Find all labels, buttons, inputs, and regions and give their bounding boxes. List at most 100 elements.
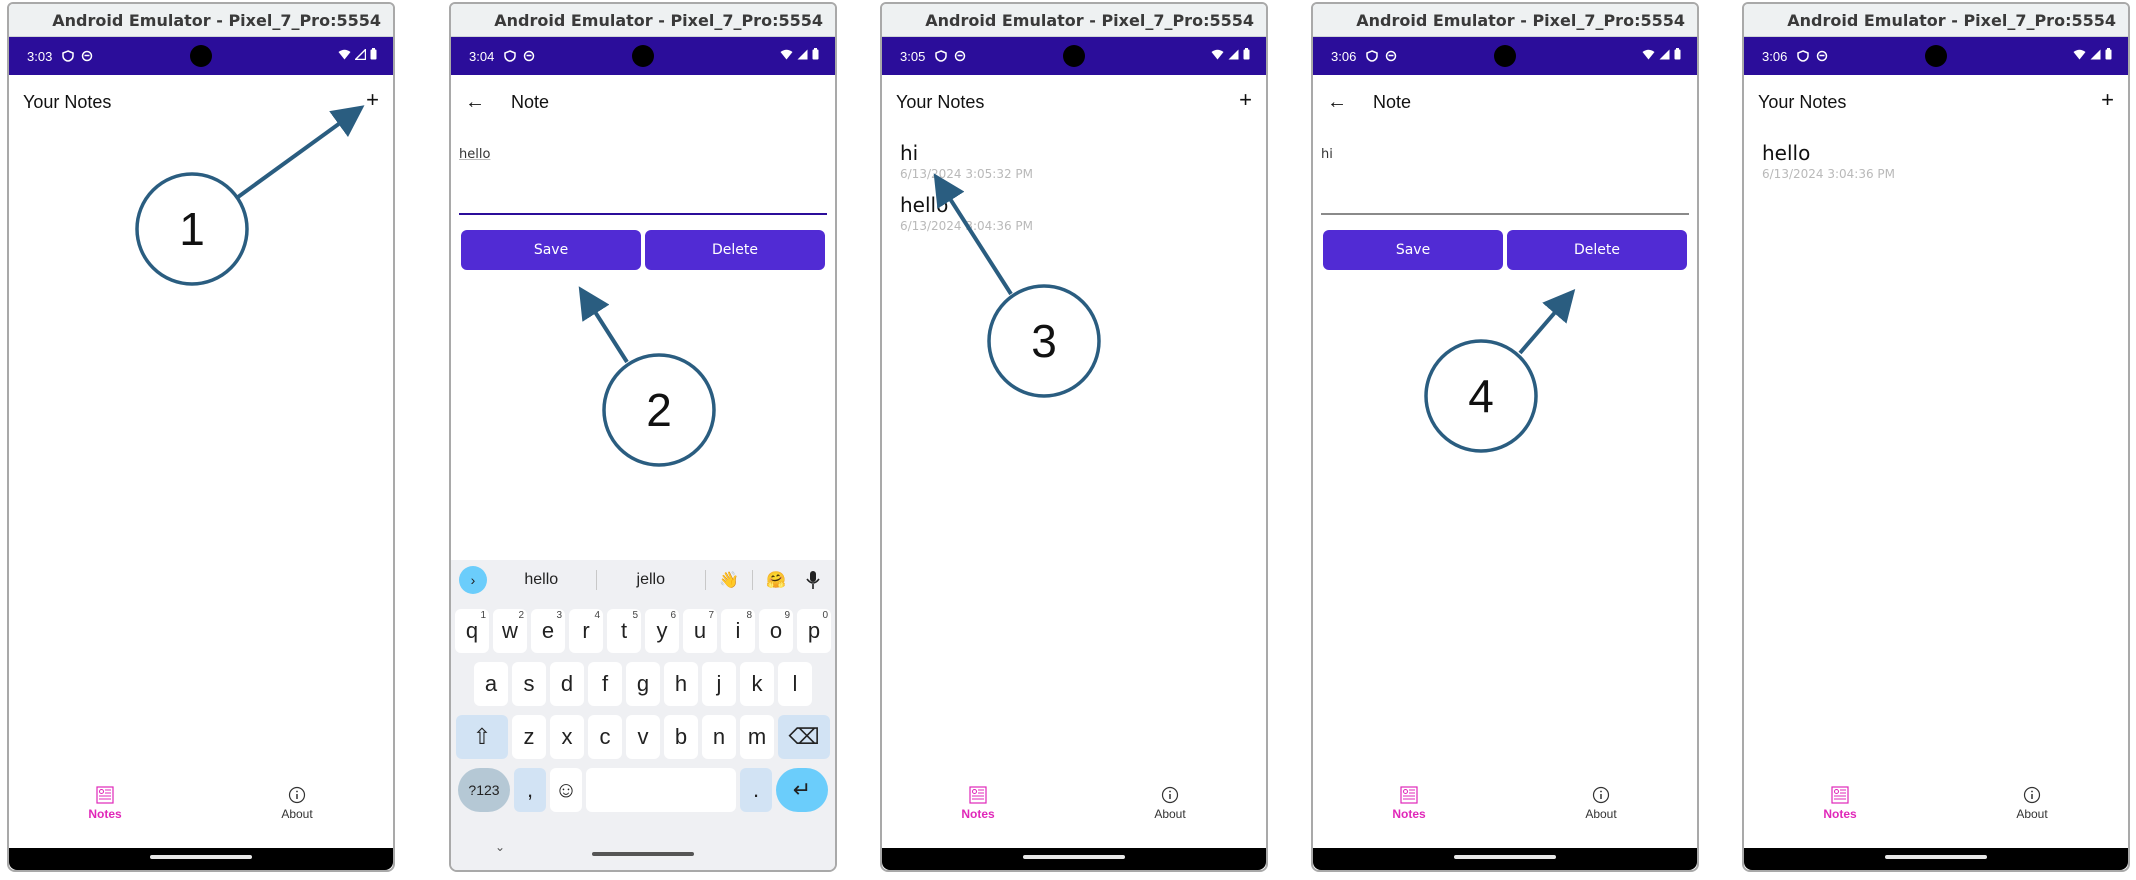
space-key[interactable] <box>586 768 736 812</box>
back-arrow-icon[interactable]: ← <box>465 91 485 114</box>
key-b[interactable]: b <box>664 715 698 759</box>
page-title: Note <box>511 91 550 112</box>
key-c[interactable]: c <box>588 715 622 759</box>
wifi-icon <box>338 49 351 59</box>
key-a[interactable]: a <box>474 662 508 706</box>
expand-toolbar-button[interactable]: › <box>459 566 487 594</box>
emoji-key[interactable]: ☺ <box>550 768 582 812</box>
back-arrow-icon[interactable]: ← <box>1327 91 1347 114</box>
key-i[interactable]: i8 <box>721 609 755 653</box>
key-q[interactable]: q1 <box>455 609 489 653</box>
info-icon <box>1592 786 1610 803</box>
key-r[interactable]: r4 <box>569 609 603 653</box>
home-gesture-handle[interactable] <box>150 855 252 859</box>
bottom-tab-bar: Notes About <box>9 778 393 828</box>
shield-icon <box>504 50 517 62</box>
key-w[interactable]: w2 <box>493 609 527 653</box>
key-k[interactable]: k <box>740 662 774 706</box>
status-time: 3:03 <box>27 48 53 64</box>
key-u[interactable]: u7 <box>683 609 717 653</box>
note-text-field[interactable]: hi <box>1321 139 1689 215</box>
note-text: hello <box>900 193 949 217</box>
app-header: Your Notes + <box>9 75 393 129</box>
delete-button[interactable]: Delete <box>1507 230 1687 270</box>
home-gesture-handle[interactable] <box>1023 855 1125 859</box>
key-z[interactable]: z <box>512 715 546 759</box>
cat-icon <box>1386 50 1397 62</box>
key-v[interactable]: v <box>626 715 660 759</box>
tab-about[interactable]: About <box>1505 778 1697 828</box>
suggestion-1[interactable]: hello <box>487 571 596 589</box>
wifi-icon <box>1211 49 1224 59</box>
status-bar: 3:06 <box>1313 37 1697 75</box>
window-title: Android Emulator - Pixel_7_Pro:5554 <box>52 10 381 30</box>
key-o[interactable]: o9 <box>759 609 793 653</box>
tab-about[interactable]: About <box>201 778 393 828</box>
status-time: 3:06 <box>1762 48 1788 64</box>
shield-icon <box>1797 50 1810 62</box>
key-t[interactable]: t5 <box>607 609 641 653</box>
key-d[interactable]: d <box>550 662 584 706</box>
home-gesture-handle[interactable] <box>1454 855 1556 859</box>
emoji-suggestion-wave[interactable]: 👋 <box>706 570 752 590</box>
signal-icon <box>1228 49 1239 59</box>
key-y[interactable]: y6 <box>645 609 679 653</box>
comma-key[interactable]: , <box>514 768 546 812</box>
add-note-button[interactable]: + <box>2101 87 2114 113</box>
camera-cutout <box>1494 45 1516 67</box>
emoji-suggestion-hug[interactable]: 🤗 <box>753 570 799 590</box>
bottom-tab-bar: Notes About <box>1313 778 1697 828</box>
backspace-key[interactable]: ⌫ <box>778 715 830 759</box>
tab-notes[interactable]: Notes <box>1313 778 1505 828</box>
hide-keyboard-button[interactable]: ⌄ <box>495 840 505 854</box>
wifi-icon <box>1642 49 1655 59</box>
cat-icon <box>955 50 966 62</box>
status-time: 3:06 <box>1331 48 1357 64</box>
suggestion-2[interactable]: jello <box>597 571 706 589</box>
enter-key[interactable]: ↵ <box>776 768 828 812</box>
save-button[interactable]: Save <box>461 230 641 270</box>
key-n[interactable]: n <box>702 715 736 759</box>
key-l[interactable]: l <box>778 662 812 706</box>
save-button[interactable]: Save <box>1323 230 1503 270</box>
emulator-title-bar: Android Emulator - Pixel_7_Pro:5554 <box>882 4 1266 37</box>
period-key[interactable]: . <box>740 768 772 812</box>
key-e[interactable]: e3 <box>531 609 565 653</box>
signal-icon <box>1659 49 1670 59</box>
tab-notes[interactable]: Notes <box>882 778 1074 828</box>
window-title: Android Emulator - Pixel_7_Pro:5554 <box>1356 10 1685 30</box>
add-note-button[interactable]: + <box>366 87 379 113</box>
page-title: Note <box>1373 91 1412 112</box>
tab-about[interactable]: About <box>1074 778 1266 828</box>
wifi-icon <box>780 49 793 59</box>
key-j[interactable]: j <box>702 662 736 706</box>
key-row-4: ?123 , ☺ . ↵ <box>451 768 835 812</box>
home-gesture-handle[interactable] <box>592 852 694 856</box>
home-gesture-handle[interactable] <box>1885 855 1987 859</box>
key-f[interactable]: f <box>588 662 622 706</box>
key-g[interactable]: g <box>626 662 660 706</box>
add-note-button[interactable]: + <box>1239 87 1252 113</box>
tab-notes[interactable]: Notes <box>1744 778 1936 828</box>
tab-about[interactable]: About <box>1936 778 2128 828</box>
shift-key[interactable]: ⇧ <box>456 715 508 759</box>
list-item[interactable]: hi 6/13/2024 3:05:32 PM <box>900 141 1248 181</box>
signal-icon <box>797 49 808 59</box>
list-item[interactable]: hello 6/13/2024 3:04:36 PM <box>900 193 1248 233</box>
key-s[interactable]: s <box>512 662 546 706</box>
key-p[interactable]: p0 <box>797 609 831 653</box>
symbols-key[interactable]: ?123 <box>458 768 510 812</box>
key-h[interactable]: h <box>664 662 698 706</box>
list-item[interactable]: hello 6/13/2024 3:04:36 PM <box>1762 141 2110 181</box>
tab-notes[interactable]: Notes <box>9 778 201 828</box>
shield-icon <box>62 50 75 62</box>
delete-button[interactable]: Delete <box>645 230 825 270</box>
key-x[interactable]: x <box>550 715 584 759</box>
status-bar: 3:03 <box>9 37 393 75</box>
key-m[interactable]: m <box>740 715 774 759</box>
shield-icon <box>935 50 948 62</box>
microphone-icon[interactable] <box>799 570 827 590</box>
system-nav-bar <box>1744 848 2128 870</box>
emulator-title-bar: Android Emulator - Pixel_7_Pro:5554 <box>1744 4 2128 37</box>
note-text-field[interactable]: hello <box>459 139 827 215</box>
